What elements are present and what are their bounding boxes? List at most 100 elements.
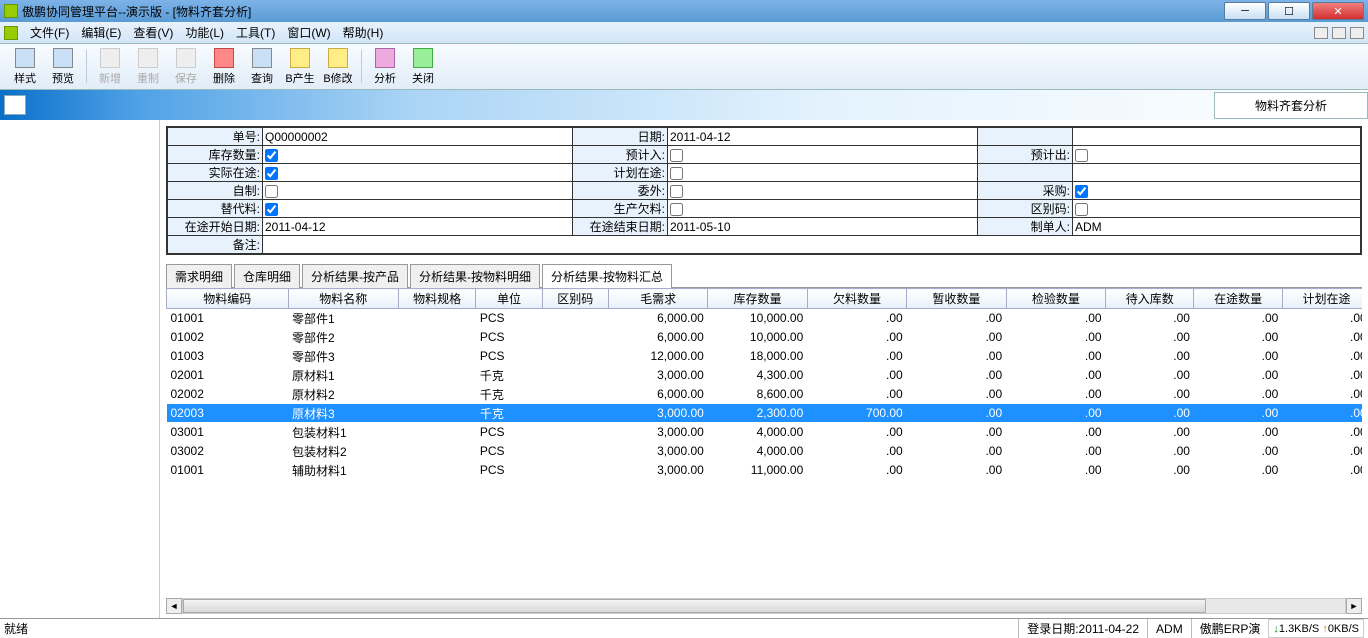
mdi-minimize-icon[interactable] [1314,27,1328,39]
left-panel [0,120,160,618]
minimize-button[interactable]: ─ [1224,2,1266,20]
toolbar: 样式 预览 新增 重制 保存 删除 查询 B产生 B修改 分析 关闭 [0,44,1368,90]
query-button[interactable]: 查询 [243,46,281,87]
menu-window[interactable]: 窗口(W) [287,24,330,41]
col-code[interactable]: 物料编码 [167,289,289,309]
bgen-button[interactable]: B产生 [281,46,319,87]
table-row[interactable]: 02002原材料2千克6,000.008,600.00.00.00.00.00.… [167,385,1363,404]
col-stock[interactable]: 库存数量 [708,289,807,309]
col-spec[interactable]: 物料规格 [399,289,476,309]
tab-warehouse-detail[interactable]: 仓库明细 [234,264,300,288]
result-grid[interactable]: 物料编码物料名称物料规格单位区别码毛需求库存数量欠料数量暂收数量检验数量待入库数… [166,288,1362,596]
horizontal-scrollbar[interactable]: ◄ ► [166,598,1362,614]
scroll-track[interactable] [182,598,1346,614]
table-row[interactable]: 01001辅助材料1PCS3,000.0011,000.00.00.00.00.… [167,461,1363,480]
stock-qty-label: 库存数量: [168,146,263,164]
table-row[interactable]: 01002零部件2PCS6,000.0010,000.00.00.00.00.0… [167,328,1363,347]
table-row[interactable]: 02003原材料3千克3,000.002,300.00700.00.00.00.… [167,404,1363,423]
maker-value: ADM [1073,218,1361,236]
col-towh[interactable]: 待入库数 [1106,289,1194,309]
col-temp[interactable]: 暂收数量 [907,289,1006,309]
transit-start-label: 在途开始日期: [168,218,263,236]
app-icon [4,4,18,18]
stock-qty-checkbox[interactable] [265,149,278,162]
query-icon [252,48,272,68]
maximize-button[interactable]: ☐ [1268,2,1310,20]
outsource-label: 委外: [573,182,668,200]
menu-help[interactable]: 帮助(H) [343,24,384,41]
style-button[interactable]: 样式 [6,46,44,87]
zone-label: 区别码: [978,200,1073,218]
col-plan[interactable]: 计划在途 [1282,289,1362,309]
outsource-checkbox[interactable] [670,185,683,198]
transit-start-value[interactable]: 2011-04-12 [263,218,573,236]
col-inspect[interactable]: 检验数量 [1006,289,1105,309]
est-out-label: 预计出: [978,146,1073,164]
tab-demand-detail[interactable]: 需求明细 [166,264,232,288]
bmod-button[interactable]: B修改 [319,46,357,87]
remark-value[interactable] [263,236,1361,254]
menu-view[interactable]: 查看(V) [133,24,173,41]
close-tool-icon [413,48,433,68]
date-label: 日期: [573,128,668,146]
table-row[interactable]: 03002包装材料2PCS3,000.004,000.00.00.00.00.0… [167,442,1363,461]
bgen-icon [290,48,310,68]
tab-result-by-material-summary[interactable]: 分析结果-按物料汇总 [542,264,672,288]
col-zone[interactable]: 区别码 [542,289,608,309]
document-tab-icon[interactable] [4,95,26,115]
status-bar: 就绪 登录日期:2011-04-22 ADM 傲鹏ERP演 ↓ 1.3KB/S … [0,618,1368,638]
col-name[interactable]: 物料名称 [288,289,398,309]
table-row[interactable]: 03001包装材料1PCS3,000.004,000.00.00.00.00.0… [167,423,1363,442]
menu-edit[interactable]: 编辑(E) [81,24,121,41]
date-value[interactable]: 2011-04-12 [668,128,978,146]
analyze-button[interactable]: 分析 [366,46,404,87]
order-no-value[interactable]: Q00000002 [263,128,573,146]
col-short[interactable]: 欠料数量 [807,289,906,309]
page-title: 物料齐套分析 [1214,92,1368,119]
selfmade-checkbox[interactable] [265,185,278,198]
preview-button[interactable]: 预览 [44,46,82,87]
est-in-label: 预计入: [573,146,668,164]
analyze-icon [375,48,395,68]
tab-result-by-product[interactable]: 分析结果-按产品 [302,264,408,288]
save-icon [176,48,196,68]
tab-result-by-material-detail[interactable]: 分析结果-按物料明细 [410,264,540,288]
scroll-thumb[interactable] [183,599,1206,613]
scroll-left-icon[interactable]: ◄ [166,598,182,614]
network-indicator: ↓ 1.3KB/S ↑ 0KB/S [1268,619,1364,638]
table-row[interactable]: 01003零部件3PCS12,000.0018,000.00.00.00.00.… [167,347,1363,366]
table-row[interactable]: 02001原材料1千克3,000.004,300.00.00.00.00.00.… [167,366,1363,385]
transit-end-label: 在途结束日期: [573,218,668,236]
menu-function[interactable]: 功能(L) [185,24,224,41]
actual-transit-label: 实际在途: [168,164,263,182]
est-in-checkbox[interactable] [670,149,683,162]
menu-file[interactable]: 文件(F) [30,24,69,41]
transit-end-value[interactable]: 2011-05-10 [668,218,978,236]
mdi-close-icon[interactable] [1350,27,1364,39]
breadcrumb-bar: 物料齐套分析 [0,90,1368,120]
alt-checkbox[interactable] [265,203,278,216]
mdi-restore-icon[interactable] [1332,27,1346,39]
zone-checkbox[interactable] [1075,203,1088,216]
col-transit[interactable]: 在途数量 [1194,289,1282,309]
close-button[interactable]: ✕ [1312,2,1364,20]
selfmade-label: 自制: [168,182,263,200]
actual-transit-checkbox[interactable] [265,167,278,180]
table-row[interactable]: 01001零部件1PCS6,000.0010,000.00.00.00.00.0… [167,309,1363,328]
menu-tool[interactable]: 工具(T) [236,24,275,41]
est-out-checkbox[interactable] [1075,149,1088,162]
col-unit[interactable]: 单位 [476,289,542,309]
close-tool-button[interactable]: 关闭 [404,46,442,87]
purchase-label: 采购: [978,182,1073,200]
bmod-icon [328,48,348,68]
scroll-right-icon[interactable]: ► [1346,598,1362,614]
plan-transit-checkbox[interactable] [670,167,683,180]
col-gross[interactable]: 毛需求 [608,289,707,309]
purchase-checkbox[interactable] [1075,185,1088,198]
result-tabs: 需求明细 仓库明细 分析结果-按产品 分析结果-按物料明细 分析结果-按物料汇总 [166,263,1362,288]
remark-label: 备注: [168,236,263,254]
preview-icon [53,48,73,68]
delete-button[interactable]: 删除 [205,46,243,87]
style-icon [15,48,35,68]
prod-short-checkbox[interactable] [670,203,683,216]
